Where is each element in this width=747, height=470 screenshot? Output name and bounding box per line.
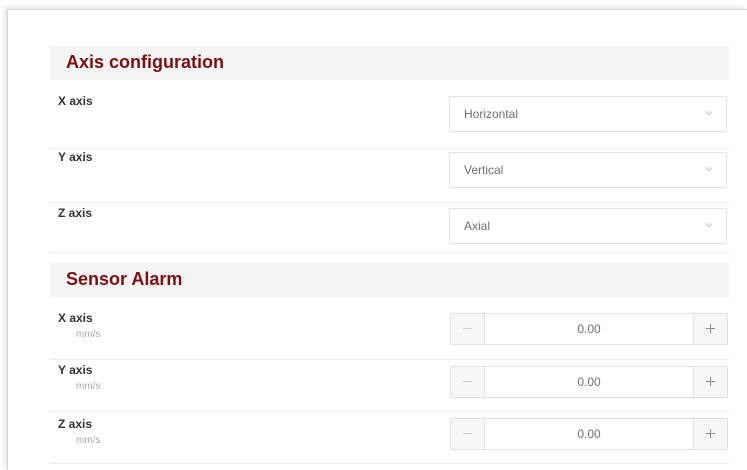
minus-icon (463, 328, 472, 329)
sensor-alarm-label-x: X axis (58, 311, 93, 325)
sensor-alarm-unit-y: mm/s (76, 381, 101, 392)
z-axis-select-value: Axial (464, 219, 491, 233)
axis-config-row-x: X axis Horizontal (50, 90, 729, 149)
sensor-alarm-unit-z: mm/s (76, 435, 101, 446)
minus-icon (463, 433, 472, 434)
z-axis-alarm-value[interactable]: 0.00 (485, 427, 693, 441)
chevron-down-icon (705, 223, 713, 228)
increment-button[interactable] (693, 367, 727, 397)
x-axis-alarm-value[interactable]: 0.00 (485, 322, 693, 336)
axis-config-label-x: X axis (58, 94, 93, 108)
axis-config-label-y: Y axis (58, 150, 93, 164)
y-axis-select-value: Vertical (464, 163, 504, 177)
axis-configuration-header: Axis configuration (50, 46, 729, 80)
plus-icon (706, 324, 715, 333)
page-background: Axis configuration X axis Horizontal Y a… (0, 0, 747, 470)
x-axis-select-value: Horizontal (464, 107, 519, 121)
axis-configuration-title: Axis configuration (66, 52, 225, 72)
chevron-down-icon (705, 111, 713, 116)
sensor-alarm-row-z: Z axis mm/s 0.00 (50, 411, 729, 464)
axis-config-row-y: Y axis Vertical (50, 148, 729, 203)
x-axis-select[interactable]: Horizontal (449, 96, 727, 132)
chevron-down-icon (705, 167, 713, 172)
minus-icon (463, 381, 472, 382)
settings-card: Axis configuration X axis Horizontal Y a… (7, 9, 747, 470)
y-axis-select[interactable]: Vertical (449, 152, 727, 188)
sensor-alarm-row-x: X axis mm/s 0.00 (50, 307, 729, 360)
sensor-alarm-header: Sensor Alarm (50, 263, 729, 297)
decrement-button[interactable] (451, 314, 485, 344)
decrement-button[interactable] (451, 419, 485, 449)
sensor-alarm-title: Sensor Alarm (66, 269, 183, 289)
increment-button[interactable] (693, 419, 727, 449)
increment-button[interactable] (693, 314, 727, 344)
sensor-alarm-label-y: Y axis (58, 363, 93, 377)
sensor-alarm-row-y: Y axis mm/s 0.00 (50, 359, 729, 412)
axis-config-label-z: Z axis (58, 206, 93, 220)
y-axis-alarm-stepper[interactable]: 0.00 (450, 366, 728, 398)
plus-icon (706, 377, 715, 386)
sensor-alarm-unit-x: mm/s (76, 329, 101, 340)
axis-config-row-z: Z axis Axial (50, 202, 729, 253)
y-axis-alarm-value[interactable]: 0.00 (485, 375, 693, 389)
z-axis-alarm-stepper[interactable]: 0.00 (450, 418, 728, 450)
sensor-alarm-label-z: Z axis (58, 417, 93, 431)
z-axis-select[interactable]: Axial (449, 208, 727, 244)
decrement-button[interactable] (451, 367, 485, 397)
x-axis-alarm-stepper[interactable]: 0.00 (450, 313, 728, 345)
plus-icon (706, 429, 715, 438)
